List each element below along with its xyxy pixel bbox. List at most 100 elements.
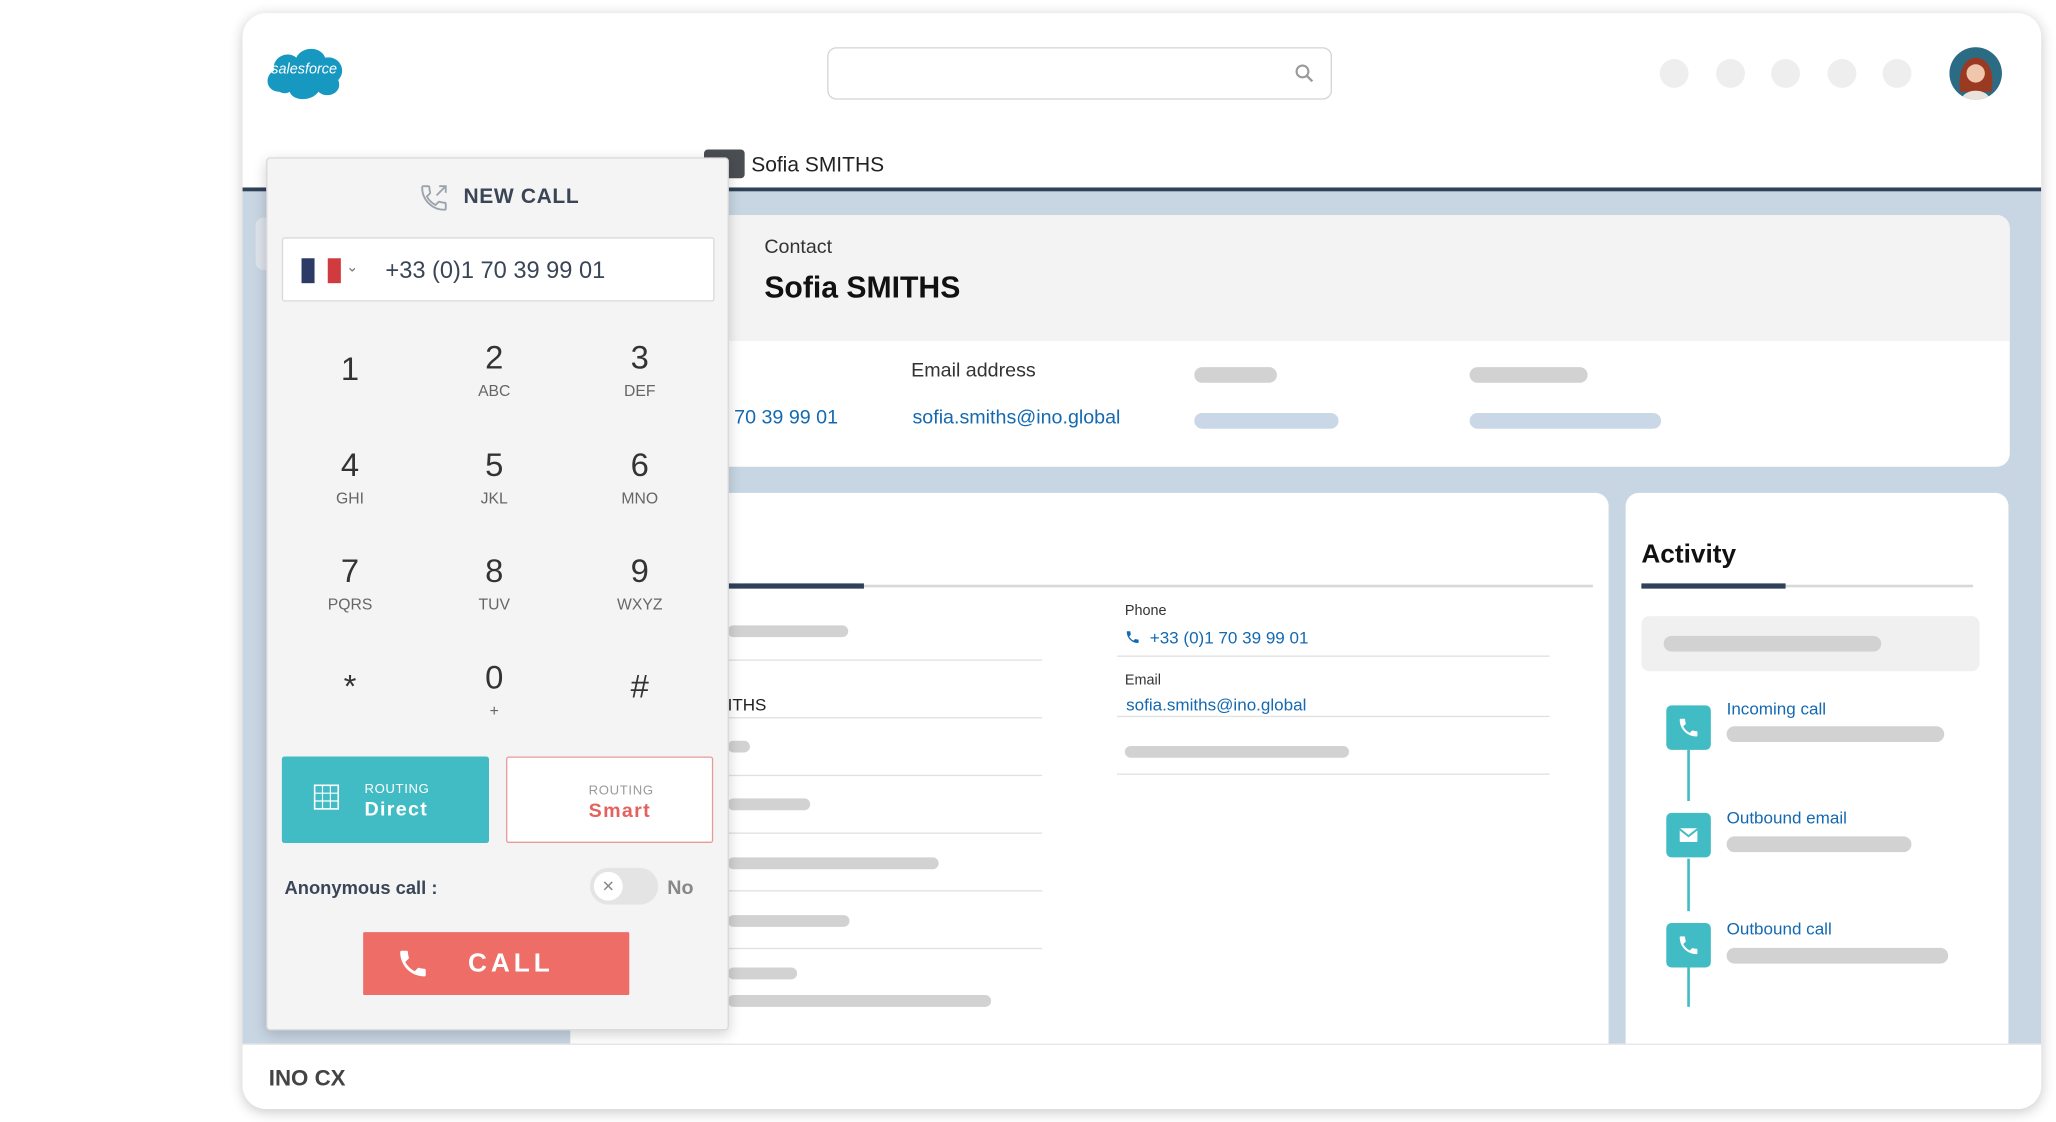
placeholder-bar bbox=[1124, 745, 1350, 758]
anonymous-call-state: No bbox=[667, 877, 694, 900]
dial-key-9[interactable]: 9 WXYZ bbox=[568, 552, 712, 646]
header-action-3[interactable] bbox=[1771, 58, 1801, 88]
contact-name: Sofia SMITHS bbox=[764, 270, 961, 305]
activity-tab-active[interactable] bbox=[1641, 583, 1786, 589]
phone-field-label: Phone bbox=[1124, 603, 1167, 619]
routing-direct-button[interactable]: ROUTING Direct bbox=[281, 756, 490, 843]
phone-icon bbox=[400, 950, 426, 977]
key-letters: DEF bbox=[624, 381, 656, 400]
utility-bar-item[interactable]: INO CX bbox=[269, 1066, 346, 1092]
user-avatar[interactable] bbox=[1949, 47, 2002, 100]
call-button[interactable]: CALL bbox=[363, 932, 630, 996]
country-flag-icon[interactable] bbox=[301, 258, 341, 284]
placeholder-bar bbox=[727, 740, 750, 753]
email-link[interactable]: sofia.smiths@ino.global bbox=[912, 406, 1120, 428]
timeline-connector bbox=[1687, 858, 1690, 912]
dial-key-0[interactable]: 0 + bbox=[422, 658, 566, 752]
placeholder-bar bbox=[727, 995, 992, 1007]
routing-smart-label: Smart bbox=[588, 799, 651, 822]
key-letters: WXYZ bbox=[617, 595, 663, 614]
key-digit: 7 bbox=[340, 553, 360, 590]
dial-key-1[interactable]: 1 bbox=[278, 350, 422, 444]
outgoing-call-icon bbox=[421, 185, 447, 211]
divider bbox=[727, 717, 1043, 719]
phone-number-input[interactable]: ⌄ +33 (0)1 70 39 99 01 bbox=[281, 237, 715, 302]
dialer-header: NEW CALL bbox=[267, 182, 730, 213]
phone-icon bbox=[1666, 922, 1711, 968]
divider bbox=[727, 774, 1043, 777]
activity-item-label[interactable]: Outbound call bbox=[1727, 919, 1832, 939]
dial-key-5[interactable]: 5 JKL bbox=[422, 446, 566, 540]
routing-smart-caption: ROUTING bbox=[588, 783, 654, 799]
key-digit: 3 bbox=[630, 339, 649, 377]
dial-key-3[interactable]: 3 DEF bbox=[568, 338, 712, 432]
dial-key-2[interactable]: 2 ABC bbox=[422, 338, 566, 432]
placeholder-bar bbox=[1726, 726, 1945, 743]
routing-direct-label: Direct bbox=[364, 798, 429, 821]
key-letters: TUV bbox=[478, 595, 510, 614]
phone-number-value[interactable]: +33 (0)1 70 39 99 01 bbox=[385, 257, 605, 285]
placeholder-bar bbox=[1194, 412, 1339, 429]
divider bbox=[727, 890, 1043, 892]
dial-key-8[interactable]: 8 TUV bbox=[422, 552, 566, 646]
placeholder-bar bbox=[727, 915, 850, 927]
phone-icon bbox=[1126, 631, 1139, 644]
record-type: Contact bbox=[764, 235, 833, 259]
key-letters: PQRS bbox=[327, 595, 373, 614]
chevron-down-icon[interactable]: ⌄ bbox=[346, 258, 358, 276]
phone-link[interactable]: 70 39 99 01 bbox=[734, 406, 838, 428]
dial-key-6[interactable]: 6 MNO bbox=[568, 446, 712, 540]
header-action-2[interactable] bbox=[1716, 58, 1745, 88]
header-action-1[interactable] bbox=[1659, 58, 1689, 88]
key-digit: 5 bbox=[485, 447, 504, 484]
key-digit: 2 bbox=[485, 339, 504, 377]
close-icon: ✕ bbox=[593, 871, 623, 901]
softphone-dialer: NEW CALL ⌄ +33 (0)1 70 39 99 01 1 2 ABC 3… bbox=[266, 157, 730, 1031]
routing-direct-caption: ROUTING bbox=[364, 782, 430, 798]
routing-smart-button[interactable]: ROUTING Smart bbox=[506, 756, 714, 843]
anonymous-call-label: Anonymous call : bbox=[284, 877, 438, 899]
placeholder-bar bbox=[727, 967, 798, 980]
activity-item-label[interactable]: Incoming call bbox=[1727, 699, 1826, 719]
key-letters: MNO bbox=[621, 489, 659, 508]
activity-item-label[interactable]: Outbound email bbox=[1727, 808, 1847, 828]
divider bbox=[1116, 715, 1550, 718]
key-digit: 8 bbox=[485, 553, 504, 590]
key-digit: 4 bbox=[340, 447, 360, 484]
key-letters: ABC bbox=[478, 381, 511, 400]
phone-field-value[interactable]: +33 (0)1 70 39 99 01 bbox=[1150, 628, 1309, 648]
dialer-title: NEW CALL bbox=[463, 186, 580, 209]
placeholder-bar bbox=[1469, 367, 1588, 383]
header-action-4[interactable] bbox=[1827, 58, 1857, 88]
key-digit: 9 bbox=[630, 553, 649, 590]
divider bbox=[1116, 655, 1550, 657]
global-search-input[interactable] bbox=[827, 47, 1332, 100]
mail-icon bbox=[1666, 812, 1711, 858]
activity-composer[interactable] bbox=[1641, 616, 1980, 672]
building-icon bbox=[313, 784, 340, 810]
divider bbox=[727, 947, 1043, 950]
key-digit: 1 bbox=[340, 351, 360, 389]
key-digit: * bbox=[343, 668, 357, 706]
divider bbox=[1116, 773, 1550, 775]
placeholder-bar bbox=[1663, 635, 1882, 652]
dial-key-hash[interactable]: # bbox=[568, 667, 712, 761]
header-action-5[interactable] bbox=[1882, 58, 1912, 88]
salesforce-logo[interactable]: salesforce bbox=[261, 42, 348, 102]
timeline-connector bbox=[1687, 967, 1690, 1007]
dial-key-7[interactable]: 7 PQRS bbox=[278, 552, 422, 646]
placeholder-bar bbox=[727, 625, 849, 638]
key-digit: # bbox=[630, 668, 649, 706]
anonymous-call-toggle[interactable]: ✕ bbox=[589, 867, 659, 905]
placeholder-bar bbox=[1726, 947, 1949, 964]
placeholder-bar bbox=[727, 857, 939, 870]
dial-key-4[interactable]: 4 GHI bbox=[278, 446, 422, 540]
divider bbox=[727, 832, 1043, 834]
call-button-label: CALL bbox=[468, 949, 554, 979]
email-field-label: Email address bbox=[911, 359, 1036, 382]
contact-highlights-card: Contact Sofia SMITHS Email address 70 39… bbox=[530, 215, 2010, 467]
dial-key-star[interactable]: * bbox=[278, 667, 422, 761]
email-field-value[interactable]: sofia.smiths@ino.global bbox=[1126, 695, 1306, 715]
key-digit: 0 bbox=[485, 659, 504, 697]
key-letters: GHI bbox=[336, 489, 365, 508]
